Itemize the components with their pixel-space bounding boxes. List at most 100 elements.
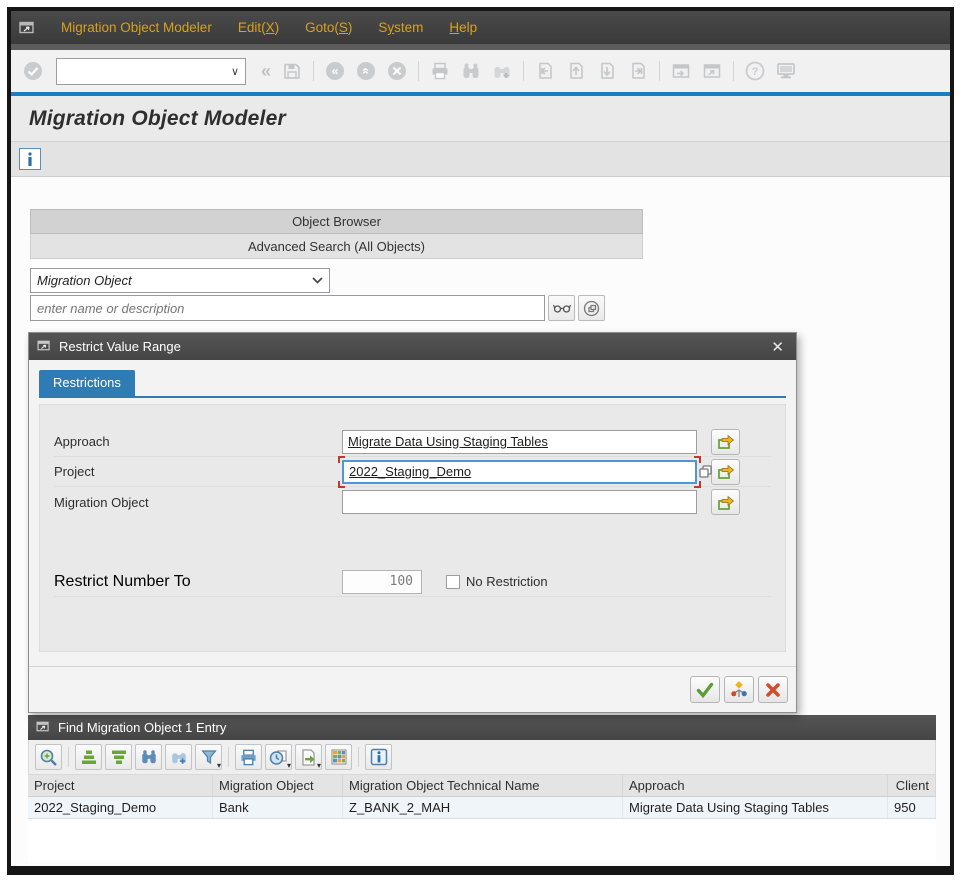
object-browser-header: Object Browser	[30, 209, 643, 234]
search-scope-icon[interactable]	[578, 295, 605, 321]
menu-help[interactable]: Help	[449, 20, 477, 35]
find-next-icon[interactable]	[165, 744, 192, 770]
print-icon[interactable]	[235, 744, 262, 770]
restrictions-panel: Approach Project	[39, 404, 786, 652]
focus-corner	[338, 481, 345, 488]
migration-object-field[interactable]	[342, 490, 697, 514]
cell-client[interactable]: 950	[888, 797, 936, 818]
toolbar-separator	[313, 61, 314, 81]
toolbar-separator	[68, 747, 69, 767]
approach-field[interactable]	[342, 430, 697, 454]
next-page-icon[interactable]	[595, 59, 619, 83]
new-session-icon[interactable]	[669, 59, 693, 83]
migration-object-label: Migration Object	[54, 495, 342, 510]
project-label: Project	[54, 464, 342, 479]
column-header-client[interactable]: Client	[888, 775, 936, 796]
cancel-x-icon[interactable]	[758, 676, 788, 703]
chevron-down-icon	[312, 277, 323, 284]
dialog-title-bar[interactable]: Restrict Value Range ✕	[29, 333, 796, 360]
restrict-number-field[interactable]	[342, 570, 422, 594]
focus-corner	[338, 456, 345, 463]
sort-ascending-icon[interactable]	[75, 744, 102, 770]
multiple-selection-button-migration-object[interactable]	[711, 489, 740, 515]
exit-icon[interactable]	[385, 59, 409, 83]
menu-system[interactable]: System	[378, 20, 423, 35]
caret-down-icon: ▾	[317, 761, 321, 770]
up-icon[interactable]: «	[354, 59, 378, 83]
cell-project[interactable]: 2022_Staging_Demo	[28, 797, 213, 818]
tab-restrictions[interactable]: Restrictions	[39, 370, 135, 396]
toolbar-separator	[418, 61, 419, 81]
close-icon[interactable]: ✕	[767, 338, 788, 356]
column-header-approach[interactable]: Approach	[623, 775, 888, 796]
print-icon[interactable]	[428, 59, 452, 83]
no-restriction-label: No Restriction	[466, 574, 548, 589]
multiple-selection-button-project[interactable]	[711, 459, 740, 485]
information-icon[interactable]	[19, 148, 41, 170]
menu-edit[interactable]: Edit(X)	[238, 20, 279, 35]
sort-descending-icon[interactable]	[105, 744, 132, 770]
find-panel-toolbar: ▾ ▾ ▾	[28, 740, 936, 775]
menu-goto[interactable]: Goto(S)	[305, 20, 352, 35]
toolbar-separator	[358, 747, 359, 767]
tab-rule	[39, 396, 786, 398]
column-header-technical-name[interactable]: Migration Object Technical Name	[343, 775, 623, 796]
toolbar-separator	[659, 61, 660, 81]
svg-text:«: «	[359, 68, 373, 75]
cell-migration-object[interactable]: Bank	[213, 797, 343, 818]
value-help-icon[interactable]	[698, 464, 713, 479]
gui-settings-icon[interactable]	[774, 59, 798, 83]
cell-technical-name[interactable]: Z_BANK_2_MAH	[343, 797, 623, 818]
previous-page-icon[interactable]	[564, 59, 588, 83]
command-input[interactable]	[57, 59, 225, 84]
window-control-icon[interactable]	[19, 21, 35, 34]
find-icon[interactable]	[459, 59, 483, 83]
collapse-toolbar-icon[interactable]: «	[261, 61, 271, 82]
command-field[interactable]: ∨	[56, 58, 246, 85]
first-page-icon[interactable]	[533, 59, 557, 83]
multiple-selection-icon[interactable]	[724, 676, 754, 703]
menu-bar: Migration Object Modeler Edit(X) Goto(S)…	[11, 11, 950, 44]
multiple-selection-button-approach[interactable]	[711, 429, 740, 455]
glasses-icon[interactable]	[548, 295, 575, 321]
choose-layout-icon[interactable]	[325, 744, 352, 770]
menu-migration-object-modeler[interactable]: Migration Object Modeler	[61, 20, 212, 35]
project-field[interactable]	[342, 460, 697, 484]
project-field-wrapper	[342, 460, 697, 484]
dialog-window-icon	[37, 340, 53, 353]
table-row[interactable]: 2022_Staging_Demo Bank Z_BANK_2_MAH Migr…	[28, 797, 936, 819]
enter-check-icon[interactable]	[21, 59, 45, 83]
page-title: Migration Object Modeler	[29, 107, 286, 131]
find-panel-title: Find Migration Object 1 Entry	[58, 720, 226, 735]
no-restriction-checkbox[interactable]	[446, 575, 460, 589]
caret-down-icon: ▾	[287, 761, 291, 770]
help-icon[interactable]: ?	[743, 59, 767, 83]
back-icon[interactable]: «	[323, 59, 347, 83]
detail-icon[interactable]	[35, 744, 62, 770]
dialog-title: Restrict Value Range	[59, 339, 181, 354]
create-shortcut-icon[interactable]	[700, 59, 724, 83]
views-icon[interactable]: ▾	[265, 744, 292, 770]
find-panel-title-bar[interactable]: Find Migration Object 1 Entry	[28, 715, 936, 740]
column-header-project[interactable]: Project	[28, 775, 213, 796]
set-filter-icon[interactable]: ▾	[195, 744, 222, 770]
find-next-icon[interactable]	[490, 59, 514, 83]
advanced-search-header: Advanced Search (All Objects)	[30, 234, 643, 259]
last-page-icon[interactable]	[626, 59, 650, 83]
object-type-select[interactable]: Migration Object	[30, 268, 330, 293]
confirm-check-icon[interactable]	[690, 676, 720, 703]
find-icon[interactable]	[135, 744, 162, 770]
column-header-migration-object[interactable]: Migration Object	[213, 775, 343, 796]
find-results-panel: Find Migration Object 1 Entry ▾	[28, 715, 936, 863]
save-icon[interactable]	[280, 59, 304, 83]
object-browser-panel: Object Browser Advanced Search (All Obje…	[30, 209, 643, 321]
cell-approach[interactable]: Migrate Data Using Staging Tables	[623, 797, 888, 818]
search-input[interactable]	[30, 295, 545, 321]
export-icon[interactable]: ▾	[295, 744, 322, 770]
info-toolbar	[11, 142, 950, 177]
results-table-header: Project Migration Object Migration Objec…	[28, 775, 936, 797]
info-icon[interactable]	[365, 744, 392, 770]
restrict-number-label: Restrict Number To	[54, 573, 342, 591]
focus-corner	[694, 481, 701, 488]
chevron-down-icon[interactable]: ∨	[225, 65, 245, 78]
